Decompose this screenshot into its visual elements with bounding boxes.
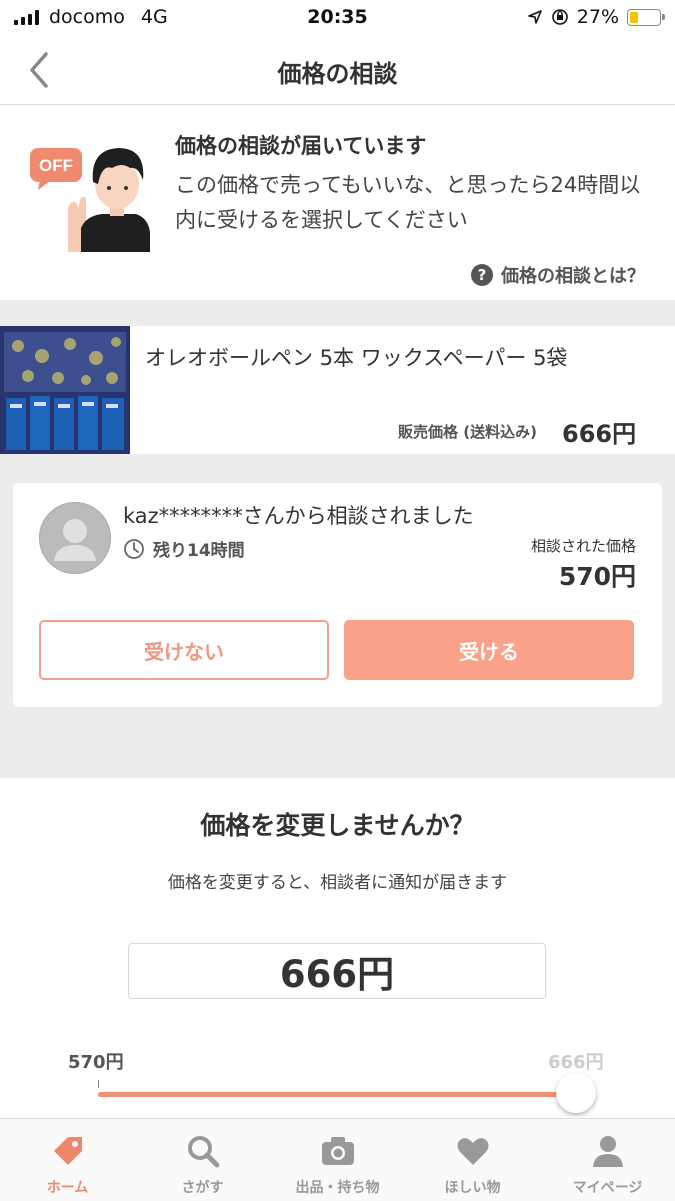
tab-search[interactable]: さがす [135, 1119, 270, 1201]
remaining-time-label: 残り14時間 [153, 541, 245, 561]
tab-listing[interactable]: 出品・持ち物 [270, 1119, 405, 1201]
tab-wishlist[interactable]: ほしい物 [405, 1119, 540, 1201]
battery-icon [627, 8, 665, 26]
accept-button[interactable]: 受ける [344, 620, 634, 680]
notice-body: この価格で売ってもいいな、と思ったら24時間以内に受けるを選択してください [175, 173, 641, 232]
remaining-time: 残り14時間 [123, 536, 245, 561]
clock-icon [124, 538, 144, 559]
price-value: 666円 [562, 420, 637, 448]
price-input[interactable]: 666円 [128, 943, 546, 999]
tab-home[interactable]: ホーム [0, 1119, 135, 1201]
product-thumbnail[interactable] [0, 326, 130, 454]
search-icon [187, 1136, 219, 1168]
help-link[interactable]: ? 価格の相談とは？ [471, 262, 645, 288]
notice-title: 価格の相談が届いています [175, 134, 427, 158]
navigation-bar: 価格の相談 [0, 36, 675, 105]
slider-max-label: 666円 [548, 1052, 604, 1073]
price-tag-icon [53, 1137, 82, 1165]
person-icon [592, 1136, 623, 1167]
slider-tick [98, 1080, 99, 1088]
help-link-label: 価格の相談とは？ [501, 266, 645, 287]
offer-card: kaz********さんから相談されました 残り14時間 相談された価格 57… [13, 483, 662, 707]
price-slider-thumb[interactable] [556, 1073, 596, 1113]
page-title: 価格の相談 [277, 60, 398, 88]
off-badge: OFF [39, 156, 73, 175]
location-icon [527, 10, 542, 24]
product-row[interactable]: オレオボールペン 5本 ワックスペーパー 5袋 販売価格 (送料込み) 666円 [0, 326, 675, 454]
price-label: 販売価格 (送料込み) [398, 423, 537, 441]
tab-mypage[interactable]: マイページ [540, 1119, 675, 1201]
decline-button[interactable]: 受けない [39, 620, 329, 680]
offered-price-label: 相談された価格 [530, 537, 636, 555]
battery-percent: 27% [576, 6, 619, 28]
status-bar: docomo 4G 20:35 27% [0, 0, 675, 36]
change-price-description: 価格を変更すると、相談者に通知が届きます [167, 873, 508, 893]
product-title: オレオボールペン 5本 ワックスペーパー 5袋 [145, 346, 568, 370]
offer-from-text: kaz********さんから相談されました [123, 504, 474, 528]
heart-icon [457, 1138, 488, 1165]
rotation-lock-icon [551, 9, 568, 25]
change-price-title: 価格を変更しませんか？ [200, 811, 475, 840]
tab-mypage-label: マイページ [572, 1180, 643, 1196]
slider-min-label: 570円 [68, 1052, 124, 1073]
tab-home-label: ホーム [46, 1180, 89, 1196]
tab-search-label: さがす [181, 1180, 224, 1196]
tab-bar: ホーム さがす 出品・持ち物 ほしい物 マイページ [0, 1118, 675, 1201]
price-slider-fill [98, 1092, 576, 1097]
tab-wishlist-label: ほしい物 [444, 1180, 501, 1196]
section-divider [0, 300, 675, 326]
offered-price: 570円 [558, 562, 636, 591]
camera-icon [321, 1137, 354, 1165]
person-icon [54, 519, 96, 561]
offer-illustration: OFF [26, 140, 151, 255]
tab-listing-label: 出品・持ち物 [295, 1180, 380, 1196]
question-icon: ? [471, 264, 493, 286]
avatar[interactable] [39, 502, 111, 574]
